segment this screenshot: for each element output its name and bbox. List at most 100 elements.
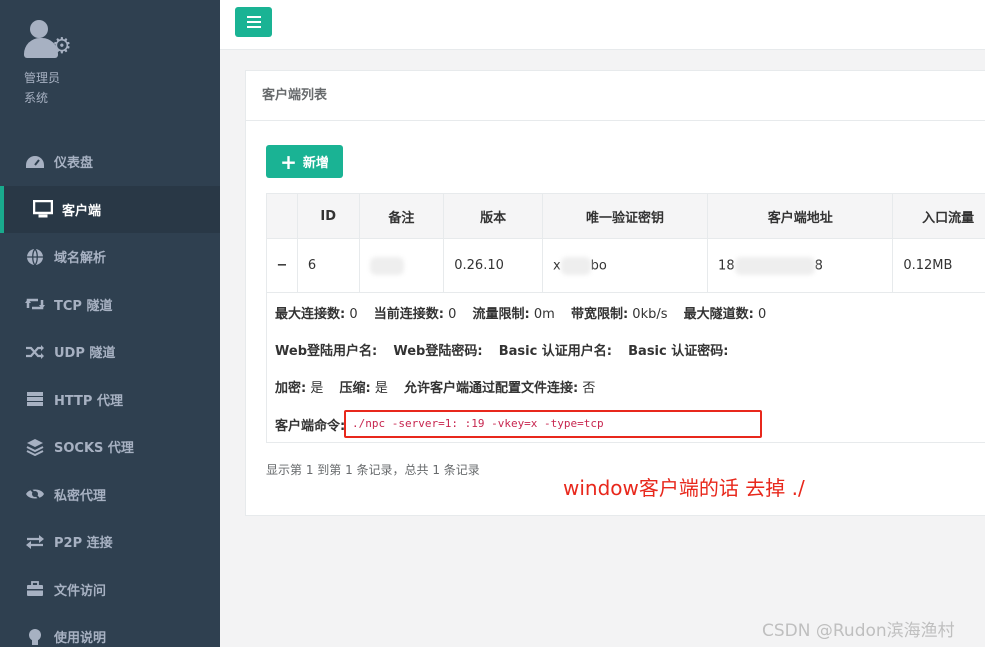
sidebar-item-label: 使用说明 [54, 631, 107, 647]
sidebar-item-help[interactable]: 使用说明 [0, 613, 220, 647]
command-label: 客户端命令: [275, 419, 346, 434]
sidebar-item-label: SOCKS 代理 [54, 441, 134, 457]
column-header-expand [266, 193, 298, 239]
address-suffix: 8 [814, 258, 823, 273]
max-conn-label: 最大连接数: [275, 307, 346, 322]
sidebar-item-label: 私密代理 [54, 488, 107, 504]
cell-id: 6 [296, 238, 360, 293]
table-row: − 6 0.26.10 x bo 18 8 0.12MB [266, 238, 985, 293]
config-conn-value: 否 [582, 381, 596, 396]
sidebar-item-udp[interactable]: UDP 隧道 [0, 328, 220, 376]
web-pass-label: Web登陆密码: [393, 344, 483, 359]
detail-auth-row: Web登陆用户名: Web登陆密码: Basic 认证用户名: Basic 认证… [275, 340, 728, 359]
flow-limit-label: 流量限制: [472, 307, 530, 322]
add-button-label: 新增 [302, 156, 329, 171]
top-navbar [220, 0, 985, 50]
plus-icon: + [280, 149, 297, 174]
crypt-label: 加密: [275, 381, 307, 396]
column-header-vkey[interactable]: 唯一验证密钥 [541, 193, 709, 239]
address-prefix: 18 [718, 258, 735, 273]
random-icon [24, 343, 46, 361]
client-list-panel: 客户端列表 + 新增 ID 备注 版本 唯一验证密钥 客户端地址 入口流量 − … [245, 70, 985, 516]
briefcase-icon [24, 580, 46, 598]
pagination-info: 显示第 1 到第 1 条记录，总共 1 条记录 [266, 463, 480, 477]
cell-remark [358, 238, 445, 293]
sidebar-item-p2p[interactable]: P2P 连接 [0, 518, 220, 566]
sidebar-item-clients[interactable]: 客户端 [0, 185, 220, 233]
sidebar-item-label: TCP 隧道 [54, 298, 113, 314]
sidebar-item-domain[interactable]: 域名解析 [0, 233, 220, 281]
sidebar-item-secret[interactable]: 私密代理 [0, 471, 220, 519]
add-client-button[interactable]: + 新增 [266, 145, 343, 178]
sidebar-item-label: HTTP 代理 [54, 393, 123, 409]
rate-limit-value: 0kb/s [632, 307, 668, 322]
lightbulb-icon [24, 628, 46, 646]
desktop-icon [32, 200, 54, 218]
sidebar-item-label: 仪表盘 [54, 156, 94, 172]
sidebar-item-label: 文件访问 [54, 583, 107, 599]
user-role: 系统 [24, 91, 49, 105]
config-conn-label: 允许客户端通过配置文件连接: [404, 381, 579, 396]
annotation-note: window客户端的话 去掉 ./ [563, 476, 805, 500]
sidebar-item-label: 客户端 [62, 203, 102, 219]
vkey-suffix: bo [590, 258, 607, 273]
redacted-remark [369, 256, 404, 275]
client-table: ID 备注 版本 唯一验证密钥 客户端地址 入口流量 − 6 0.26.10 x… [266, 193, 985, 293]
now-conn-label: 当前连接数: [373, 307, 444, 322]
column-header-id[interactable]: ID [296, 193, 360, 239]
web-user-label: Web登陆用户名: [275, 344, 378, 359]
column-header-inlet-flow[interactable]: 入口流量 [892, 193, 985, 239]
vkey-prefix: x [552, 258, 561, 273]
sidebar-item-file[interactable]: 文件访问 [0, 566, 220, 614]
cell-vkey: x bo [541, 238, 709, 293]
compress-value: 是 [374, 381, 388, 396]
user-cog-icon: ⚙ [24, 18, 76, 62]
exchange-icon [24, 533, 46, 551]
redacted-vkey [560, 256, 591, 275]
server-icon [24, 390, 46, 408]
sidebar-item-label: UDP 隧道 [54, 346, 116, 362]
sidebar-item-tcp[interactable]: TCP 隧道 [0, 281, 220, 329]
hamburger-icon [246, 16, 261, 28]
compress-label: 压缩: [339, 381, 371, 396]
user-name: 管理员 [24, 71, 61, 85]
panel-title: 客户端列表 [246, 71, 985, 121]
sidebar-item-socks[interactable]: SOCKS 代理 [0, 423, 220, 471]
sidebar-nav: 仪表盘 客户端 域名解析 TCP 隧道 UDP 隧道 HTTP 代理 SOCKS… [0, 138, 220, 647]
flow-limit-value: 0m [533, 307, 555, 322]
redacted-address [734, 256, 815, 275]
sidebar: ⚙ 管理员 系统 仪表盘 客户端 域名解析 TCP 隧道 UDP 隧道 HTTP… [0, 0, 220, 647]
max-tunnel-value: 0 [758, 307, 767, 322]
layers-icon [24, 438, 46, 456]
basic-pass-label: Basic 认证密码: [628, 344, 729, 359]
client-command[interactable]: ./npc -server=1: :19 -vkey=x -type=tcp [344, 410, 762, 438]
column-header-version[interactable]: 版本 [443, 193, 543, 239]
cell-inlet-flow: 0.12MB [892, 238, 985, 293]
user-profile[interactable]: ⚙ 管理员 系统 [24, 18, 76, 108]
cell-version: 0.26.10 [443, 238, 543, 293]
table-header-row: ID 备注 版本 唯一验证密钥 客户端地址 入口流量 [266, 193, 985, 239]
detail-command-row: 客户端命令: [275, 415, 345, 434]
globe-icon [24, 248, 46, 266]
sidebar-item-label: P2P 连接 [54, 536, 113, 552]
dashboard-icon [24, 153, 46, 171]
sidebar-item-label: 域名解析 [54, 251, 107, 267]
collapse-detail-button[interactable]: − [266, 238, 298, 293]
client-detail: 最大连接数: 0 当前连接数: 0 流量限制: 0m 带宽限制: 0kb/s 最… [266, 293, 985, 443]
cell-address: 18 8 [707, 238, 894, 293]
sidebar-item-dashboard[interactable]: 仪表盘 [0, 138, 220, 186]
column-header-address[interactable]: 客户端地址 [707, 193, 894, 239]
retweet-icon [24, 295, 46, 313]
rate-limit-label: 带宽限制: [570, 307, 629, 322]
crypt-value: 是 [310, 381, 324, 396]
max-tunnel-label: 最大隧道数: [683, 307, 754, 322]
basic-user-label: Basic 认证用户名: [498, 344, 612, 359]
menu-toggle-button[interactable] [235, 7, 272, 37]
detail-limits-row: 最大连接数: 0 当前连接数: 0 流量限制: 0m 带宽限制: 0kb/s 最… [275, 303, 766, 322]
detail-options-row: 加密: 是 压缩: 是 允许客户端通过配置文件连接: 否 [275, 377, 595, 396]
sidebar-item-http[interactable]: HTTP 代理 [0, 376, 220, 424]
eye-slash-icon [24, 485, 46, 503]
watermark: CSDN @Rudon滨海渔村 [762, 621, 955, 641]
now-conn-value: 0 [448, 307, 457, 322]
column-header-remark[interactable]: 备注 [358, 193, 445, 239]
